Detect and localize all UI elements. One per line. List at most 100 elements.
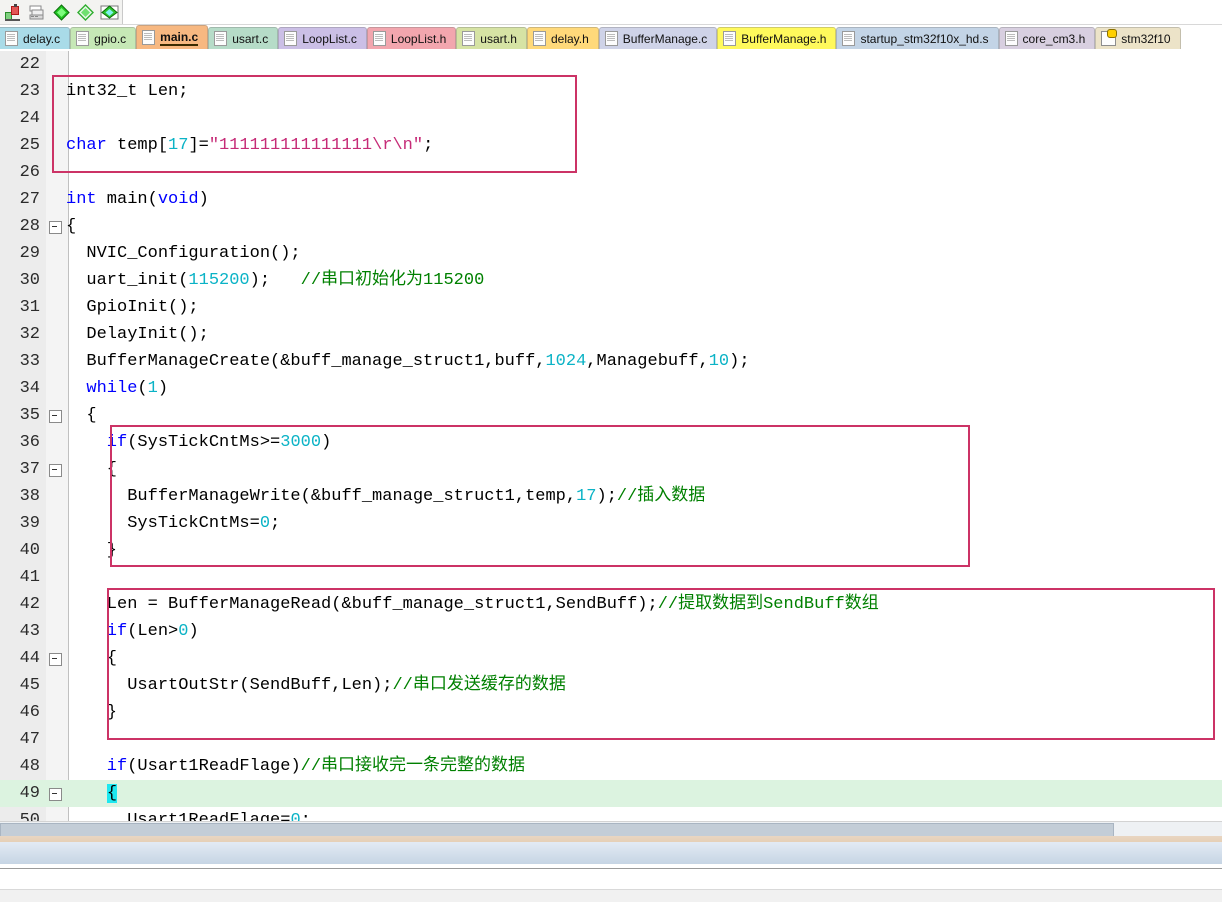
toolbar-button-group xyxy=(0,0,123,24)
status-area xyxy=(0,869,1222,902)
tab-startup-stm32f10x-hd-s[interactable]: startup_stm32f10x_hd.s xyxy=(836,27,999,49)
code-text-area[interactable]: 22 23 int32_t Len; 24 25 char temp[17]="11111… xyxy=(0,51,1222,821)
tab-main-c[interactable]: main.c xyxy=(136,25,209,49)
code-token: 0 xyxy=(178,622,189,641)
code-line[interactable]: 30 uart_init(115200); //串口初始化为115200 xyxy=(0,267,1222,294)
code-token: SysTickCntMs= xyxy=(66,514,260,533)
code-line[interactable]: 22 xyxy=(0,51,1222,78)
code-line-text: char temp[17]="111111111111111\r\n"; xyxy=(66,132,433,159)
tab-looplist-c[interactable]: LoopList.c xyxy=(278,27,367,49)
fold-toggle-icon[interactable] xyxy=(49,653,62,666)
code-token: ) xyxy=(188,622,199,641)
lower-pane-header xyxy=(0,842,1222,865)
code-line[interactable]: 47 xyxy=(0,726,1222,753)
code-line-text: GpioInit(); xyxy=(66,294,198,321)
code-line[interactable]: 23 int32_t Len; xyxy=(0,78,1222,105)
code-line[interactable]: 42 Len = BufferManageRead(&buff_manage_s… xyxy=(0,591,1222,618)
tab-label: main.c xyxy=(160,29,199,46)
horizontal-scrollbar-thumb[interactable] xyxy=(0,823,1114,837)
line-number: 48 xyxy=(19,757,40,776)
fold-toggle-icon[interactable] xyxy=(49,788,62,801)
fold-toggle-icon[interactable] xyxy=(49,221,62,234)
tab-core-cm3-h[interactable]: core_cm3.h xyxy=(998,27,1096,49)
line-number: 26 xyxy=(19,163,40,182)
code-token: 10 xyxy=(708,352,730,371)
tab-label: gpio.c xyxy=(94,31,127,46)
code-token: ) xyxy=(198,190,209,209)
rebuild-icon[interactable] xyxy=(26,1,48,23)
code-token: BufferManageWrite(&buff_manage_struct1,t… xyxy=(66,487,577,506)
code-line[interactable]: 43 if(Len>0) xyxy=(0,618,1222,645)
document-icon xyxy=(76,31,90,46)
tab-label: BufferManage.h xyxy=(741,31,827,46)
line-number: 45 xyxy=(19,676,40,695)
document-icon xyxy=(5,31,18,46)
fold-toggle-icon[interactable] xyxy=(49,464,62,477)
code-line[interactable]: 36 if(SysTickCntMs>=3000) xyxy=(0,429,1222,456)
code-token: 17 xyxy=(576,487,597,506)
code-token: //提取数据到SendBuff数组 xyxy=(657,595,879,614)
code-token: NVIC_Configuration(); xyxy=(66,244,301,263)
editor-tab-bar[interactable]: delay.c gpio.c main.c usart.c LoopList.c Loop… xyxy=(0,25,1222,51)
code-line[interactable]: 45 UsartOutStr(SendBuff,Len);//串口发送缓存的数据 xyxy=(0,672,1222,699)
code-line[interactable]: 28 { xyxy=(0,213,1222,240)
code-token: int xyxy=(66,190,97,209)
code-editor[interactable]: 22 23 int32_t Len; 24 25 char temp[17]="11111… xyxy=(0,51,1222,821)
code-token: Len = BufferManageRead(&buff_manage_stru… xyxy=(66,595,658,614)
code-line[interactable]: 44 { xyxy=(0,645,1222,672)
code-line[interactable]: 41 xyxy=(0,564,1222,591)
code-token: } xyxy=(66,541,118,560)
debug-icon[interactable] xyxy=(74,1,96,23)
ide-window: delay.c gpio.c main.c usart.c LoopList.c Loop… xyxy=(0,0,1222,902)
code-line[interactable]: 39 SysTickCntMs=0; xyxy=(0,510,1222,537)
code-line[interactable]: 32 DelayInit(); xyxy=(0,321,1222,348)
code-line[interactable]: 40 } xyxy=(0,537,1222,564)
code-line-text: BufferManageCreate(&buff_manage_struct1,… xyxy=(66,348,749,375)
line-number: 27 xyxy=(19,190,40,209)
horizontal-scrollbar[interactable] xyxy=(0,821,1222,837)
line-number: 50 xyxy=(19,811,40,821)
tab-looplist-h[interactable]: LoopList.h xyxy=(366,27,457,49)
code-token: ; xyxy=(300,811,311,821)
tab-stm32f10[interactable]: stm32f10 xyxy=(1095,27,1181,49)
code-token: ); xyxy=(596,487,617,506)
code-token: ) xyxy=(321,433,332,452)
tab-buffermanage-h[interactable]: BufferManage.h xyxy=(717,27,837,49)
tab-usart-h[interactable]: usart.h xyxy=(456,27,527,49)
code-line[interactable]: 34 while(1) xyxy=(0,375,1222,402)
tab-label: delay.h xyxy=(550,31,589,46)
code-token: (SysTickCntMs>= xyxy=(127,433,281,452)
code-line[interactable]: 38 BufferManageWrite(&buff_manage_struct… xyxy=(0,483,1222,510)
code-line[interactable]: 26 xyxy=(0,159,1222,186)
code-line-text: DelayInit(); xyxy=(66,321,209,348)
line-number: 41 xyxy=(19,568,40,587)
code-line[interactable]: 27 int main(void) xyxy=(0,186,1222,213)
code-token: while xyxy=(66,379,138,398)
code-line[interactable]: 46 } xyxy=(0,699,1222,726)
code-line[interactable]: 37 { xyxy=(0,456,1222,483)
code-line[interactable]: 33 BufferManageCreate(&buff_manage_struc… xyxy=(0,348,1222,375)
document-icon xyxy=(214,31,228,46)
code-line[interactable]: 25 char temp[17]="111111111111111\r\n"; xyxy=(0,132,1222,159)
code-line[interactable]: 50 Usart1ReadFlage=0; xyxy=(0,807,1222,821)
code-token: { xyxy=(66,460,118,479)
tab-buffermanage-c[interactable]: BufferManage.c xyxy=(598,27,718,49)
code-line[interactable]: 35 { xyxy=(0,402,1222,429)
tab-usart-c[interactable]: usart.c xyxy=(208,27,279,49)
tab-gpio-c[interactable]: gpio.c xyxy=(70,27,137,49)
build-icon[interactable] xyxy=(2,1,24,23)
line-number: 31 xyxy=(19,298,40,317)
fold-toggle-icon[interactable] xyxy=(49,410,62,423)
code-token: DelayInit(); xyxy=(66,325,209,344)
code-line[interactable]: 49 { xyxy=(0,780,1222,807)
code-line[interactable]: 24 xyxy=(0,105,1222,132)
tab-delay-c[interactable]: delay.c xyxy=(0,27,71,49)
download-icon[interactable] xyxy=(50,1,72,23)
code-token: } xyxy=(66,703,118,722)
code-line[interactable]: 31 GpioInit(); xyxy=(0,294,1222,321)
options-icon[interactable] xyxy=(98,1,120,23)
line-number: 34 xyxy=(19,379,40,398)
code-line[interactable]: 29 NVIC_Configuration(); xyxy=(0,240,1222,267)
code-line[interactable]: 48 if(Usart1ReadFlage)//串口接收完一条完整的数据 xyxy=(0,753,1222,780)
tab-delay-h[interactable]: delay.h xyxy=(526,27,599,49)
